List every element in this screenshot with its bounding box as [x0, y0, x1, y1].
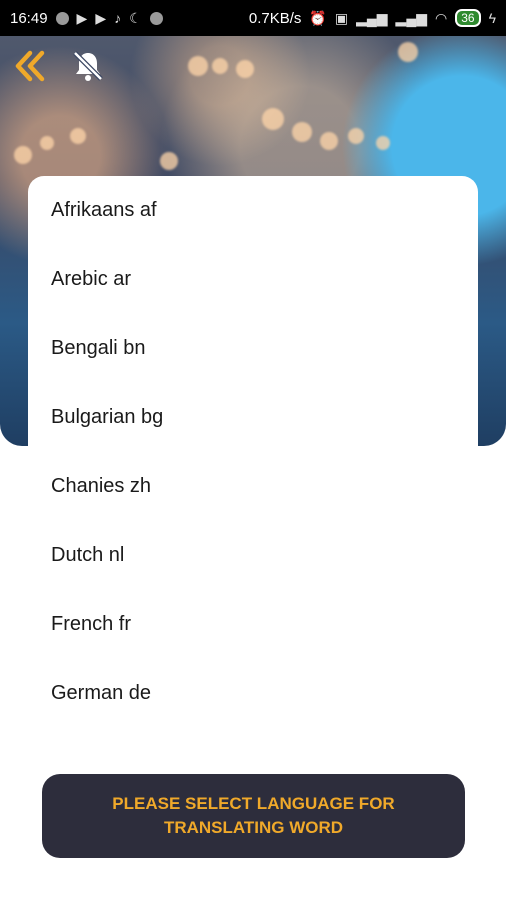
tiktok-icon: ♪ — [114, 10, 122, 26]
dot-icon — [149, 11, 163, 25]
language-item-french[interactable]: French fr — [28, 590, 478, 659]
language-item-bengali[interactable]: Bengali bn — [28, 314, 478, 383]
play-icon: ▶ — [76, 9, 88, 26]
signal-icon: ▂▄▆ — [356, 9, 388, 26]
bokeh-light — [398, 42, 418, 62]
signal-icon: ▂▄▆ — [395, 9, 427, 26]
network-speed: 0.7KB/s — [248, 9, 302, 27]
status-bar: 16:49 ▶ ▶ ♪ ☾ 0.7KB/s ⏰ ▣ ▂▄▆ ▂▄▆ ◠ 36 ϟ — [0, 0, 506, 36]
status-bar-left: 16:49 ▶ ▶ ♪ ☾ — [10, 10, 163, 27]
bokeh-light — [292, 122, 312, 142]
bokeh-light — [262, 108, 284, 130]
select-language-button[interactable]: PLEASE SELECT LANGUAGE FOR TRANSLATING W… — [42, 774, 465, 858]
language-item-dutch[interactable]: Dutch nl — [28, 521, 478, 590]
alarm-icon: ⏰ — [309, 9, 327, 26]
bokeh-light — [188, 56, 208, 76]
language-list-panel[interactable]: Afrikaans af Arebic ar Bengali bn Bulgar… — [28, 176, 478, 758]
bokeh-light — [236, 60, 254, 78]
bokeh-light — [376, 136, 390, 150]
charging-icon: ϟ — [488, 10, 496, 26]
bell-off-icon — [73, 51, 103, 81]
language-item-arabic[interactable]: Arebic ar — [28, 245, 478, 314]
bokeh-light — [70, 128, 86, 144]
language-item-bulgarian[interactable]: Bulgarian bg — [28, 383, 478, 452]
language-item-afrikaans[interactable]: Afrikaans af — [28, 176, 478, 245]
status-time: 16:49 — [10, 9, 48, 27]
back-button[interactable] — [8, 44, 52, 88]
bokeh-light — [348, 128, 364, 144]
notification-toggle-button[interactable] — [68, 46, 108, 86]
language-item-chinese[interactable]: Chanies zh — [28, 452, 478, 521]
play-icon: ▶ — [95, 9, 107, 26]
bokeh-light — [212, 58, 228, 74]
bokeh-light — [40, 136, 54, 150]
language-list: Afrikaans af Arebic ar Bengali bn Bulgar… — [28, 176, 478, 758]
battery-icon: 36 — [455, 9, 481, 27]
sim-icon: ▣ — [334, 9, 349, 26]
dot-icon — [55, 11, 69, 25]
bokeh-light — [14, 146, 32, 164]
bokeh-light — [160, 152, 178, 170]
bokeh-light — [320, 132, 338, 150]
moon-icon: ☾ — [129, 9, 142, 26]
language-item-german[interactable]: German de — [28, 659, 478, 728]
select-language-label: PLEASE SELECT LANGUAGE FOR TRANSLATING W… — [112, 794, 395, 837]
double-chevron-left-icon — [15, 50, 45, 82]
list-clip-edge — [28, 748, 478, 758]
wifi-icon: ◠ — [435, 9, 448, 26]
status-bar-right: 0.7KB/s ⏰ ▣ ▂▄▆ ▂▄▆ ◠ 36 ϟ — [249, 9, 496, 27]
